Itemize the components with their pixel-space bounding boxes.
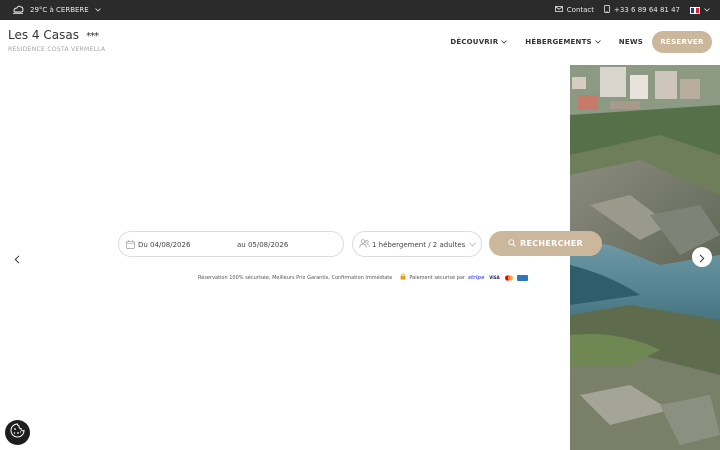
nav-item-decouvrir[interactable]: DÉCOUVRIR [441, 38, 516, 46]
search-button[interactable]: RECHERCHER [489, 231, 602, 256]
date-range-picker[interactable]: Du 04/08/2026 au 05/08/2026 [118, 231, 344, 257]
checkin-date[interactable]: Du 04/08/2026 [138, 241, 190, 249]
nav-item-news[interactable]: NEWS [610, 38, 652, 46]
calendar-icon [126, 240, 135, 251]
stripe-logo: stripe [467, 274, 485, 281]
booking-assurance: Réservation 100% sécurisée, Meilleurs Pr… [198, 273, 529, 282]
weather-label: 29°C à CERBERE [30, 6, 89, 14]
people-icon [359, 239, 370, 250]
lock-icon [400, 273, 406, 282]
chevron-left-icon [14, 249, 20, 268]
nav-label: NEWS [618, 38, 643, 46]
chevron-down-icon [501, 38, 508, 46]
brand-logo[interactable]: Les 4 Casas *** RESIDENCE COSTA VERMELLA [8, 24, 105, 53]
cookie-settings-button[interactable] [5, 420, 30, 445]
nav-item-hebergements[interactable]: HÉBERGEMENTS [516, 38, 610, 46]
france-flag-icon [690, 6, 700, 14]
reserve-button[interactable]: RÉSERVER [652, 31, 712, 53]
weather-icon [12, 4, 24, 16]
visa-logo: VISA [489, 275, 500, 280]
chevron-down-icon [595, 38, 601, 46]
brand-subtitle: RESIDENCE COSTA VERMELLA [8, 46, 106, 53]
secure-label: Paiement sécurisé par [409, 274, 465, 281]
language-selector[interactable] [690, 6, 710, 14]
slider-next-button[interactable] [692, 247, 712, 267]
chevron-down-icon [94, 6, 101, 14]
guests-selector[interactable]: 1 hébergement / 2 adultes [352, 231, 482, 257]
phone-icon [604, 5, 610, 15]
main-header: Les 4 Casas *** RESIDENCE COSTA VERMELLA… [0, 20, 720, 65]
contact-label: Contact [566, 6, 595, 14]
brand-stars: *** [86, 31, 99, 42]
checkout-date[interactable]: au 05/08/2026 [237, 241, 288, 249]
search-button-label: RECHERCHER [519, 239, 583, 248]
contact-link[interactable]: Contact [554, 6, 595, 14]
chevron-down-icon [704, 6, 710, 14]
mail-icon [554, 6, 563, 14]
secure-payment: Paiement sécurisé par stripe VISA [400, 273, 529, 282]
top-bar: 29°C à CERBERE Contact +33 6 89 64 81 47 [0, 0, 720, 20]
nav-label: HÉBERGEMENTS [525, 38, 592, 46]
slider-prev-button[interactable] [8, 249, 26, 267]
phone-link[interactable]: +33 6 89 64 81 47 [604, 5, 680, 15]
cookie-icon [10, 423, 25, 442]
guests-label: 1 hébergement / 2 adultes [372, 241, 466, 249]
brand-name: Les 4 Casas [8, 28, 79, 42]
chevron-down-icon [469, 241, 476, 249]
main-nav: DÉCOUVRIR HÉBERGEMENTS NEWS RÉSERVER [441, 31, 712, 53]
assurance-text: Réservation 100% sécurisée, Meilleurs Pr… [198, 274, 393, 281]
phone-label: +33 6 89 64 81 47 [614, 6, 680, 14]
search-icon [508, 238, 516, 249]
amex-logo [517, 274, 529, 281]
chevron-right-icon [699, 248, 705, 267]
mastercard-logo [504, 274, 514, 281]
weather-widget[interactable]: 29°C à CERBERE [12, 3, 101, 17]
nav-label: DÉCOUVRIR [450, 38, 499, 46]
